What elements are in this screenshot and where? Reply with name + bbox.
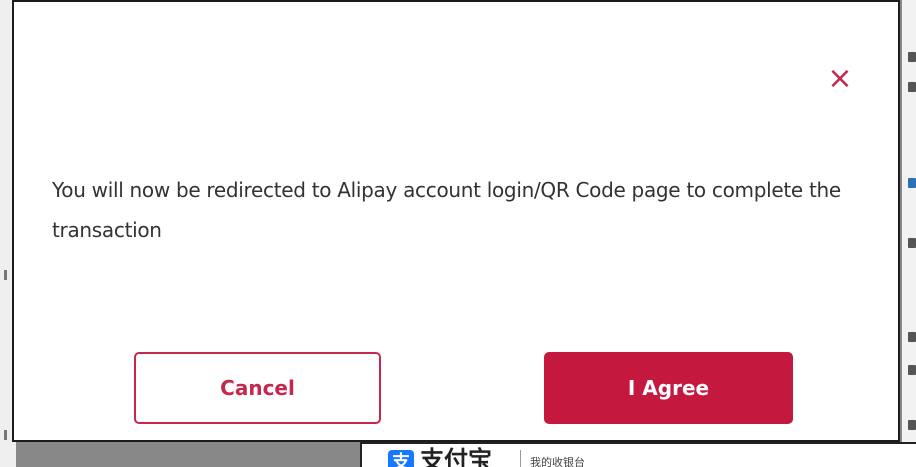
background-link-fragment bbox=[908, 178, 916, 188]
alipay-subtitle: 我的收银台 bbox=[530, 456, 585, 467]
header-divider bbox=[520, 450, 521, 467]
alipay-page-header: 支 支付宝 我的收银台 bbox=[360, 442, 916, 467]
background-text-fragment bbox=[908, 238, 916, 248]
alipay-brand-name: 支付宝 bbox=[420, 446, 492, 467]
background-text-fragment bbox=[908, 365, 916, 375]
alipay-logo-icon: 支 bbox=[388, 450, 414, 467]
close-icon[interactable]: × bbox=[825, 64, 855, 94]
background-text-fragment bbox=[908, 420, 916, 430]
cancel-button[interactable]: Cancel bbox=[134, 352, 381, 424]
redirect-confirmation-dialog: × You will now be redirected to Alipay a… bbox=[12, 0, 900, 442]
background-text-fragment bbox=[908, 52, 916, 62]
background-page-right bbox=[902, 0, 916, 467]
background-text-fragment bbox=[908, 82, 916, 92]
background-text-fragment bbox=[4, 430, 7, 440]
screen: × You will now be redirected to Alipay a… bbox=[0, 0, 916, 467]
background-text-fragment bbox=[908, 332, 916, 342]
background-text-fragment bbox=[4, 270, 7, 280]
redirect-message: You will now be redirected to Alipay acc… bbox=[52, 178, 841, 242]
agree-button[interactable]: I Agree bbox=[544, 352, 793, 424]
